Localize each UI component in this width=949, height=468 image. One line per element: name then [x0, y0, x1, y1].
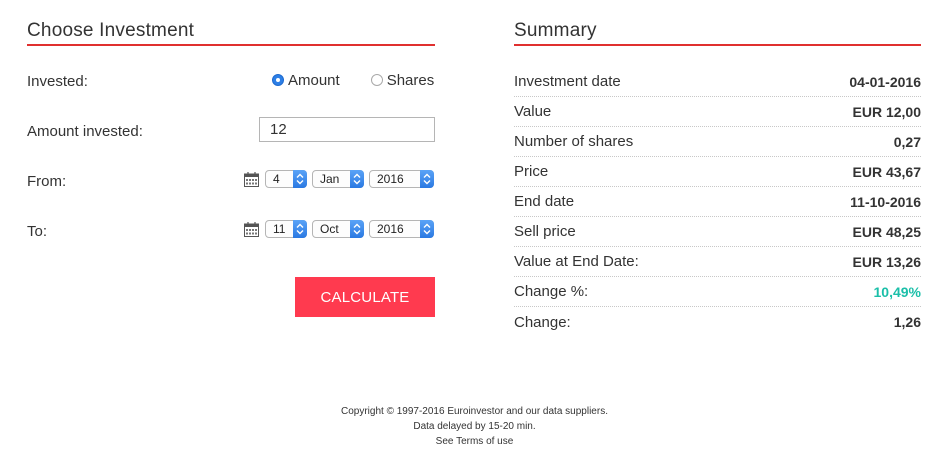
from-year-select[interactable]: 2016: [369, 170, 434, 188]
summary-value: 04-01-2016: [849, 73, 921, 90]
to-date-picker: 11 Oct 2016: [244, 219, 434, 239]
radio-unselected-icon: [370, 74, 383, 86]
summary-row-change-percent: Change %: 10,49%: [514, 277, 921, 307]
calendar-icon[interactable]: [244, 171, 259, 187]
from-day-select[interactable]: 4: [265, 170, 307, 188]
radio-selected-icon: [272, 74, 284, 86]
summary-label: Value at End Date:: [514, 253, 639, 270]
summary-value: EUR 48,25: [852, 223, 921, 240]
summary-divider: [514, 44, 921, 46]
select-arrows-icon: [350, 170, 364, 188]
to-month-value: Oct: [320, 222, 339, 236]
footer: Copyright © 1997-2016 Euroinvestor and o…: [0, 404, 949, 449]
select-arrows-icon: [420, 170, 434, 188]
from-year-value: 2016: [377, 172, 404, 186]
to-day-value: 11: [273, 222, 286, 236]
choose-investment-title: Choose Investment: [27, 20, 195, 41]
investment-calculator: Choose Investment Invested: Amount Share…: [0, 0, 949, 468]
summary-value: EUR 12,00: [852, 103, 921, 120]
invested-radio-group: Amount Shares: [272, 71, 434, 89]
to-label: To:: [27, 223, 48, 240]
radio-shares[interactable]: Shares: [370, 71, 435, 89]
radio-amount-label: Amount: [288, 71, 340, 89]
summary-value: 11-10-2016: [850, 193, 921, 210]
amount-invested-input[interactable]: [259, 117, 435, 142]
summary-label: Number of shares: [514, 133, 634, 150]
summary-row-value: Value EUR 12,00: [514, 97, 921, 127]
summary-value-positive: 10,49%: [873, 283, 921, 300]
summary-label: Sell price: [514, 223, 576, 240]
from-month-value: Jan: [320, 172, 340, 186]
summary-title: Summary: [514, 20, 597, 41]
summary-row-change: Change: 1,26: [514, 307, 921, 337]
to-year-select[interactable]: 2016: [369, 220, 434, 238]
radio-amount[interactable]: Amount: [272, 72, 340, 89]
from-date-picker: 4 Jan 2016: [244, 169, 434, 189]
select-arrows-icon: [420, 220, 434, 238]
summary-label: Price: [514, 163, 549, 180]
to-month-select[interactable]: Oct: [312, 220, 364, 238]
summary-label: Value: [514, 103, 552, 120]
terms-of-use-link[interactable]: See Terms of use: [436, 436, 514, 447]
calculate-button[interactable]: CALCULATE: [295, 277, 435, 317]
calendar-icon[interactable]: [244, 221, 259, 237]
choose-investment-divider: [27, 44, 435, 46]
summary-row-price: Price EUR 43,67: [514, 157, 921, 187]
to-day-select[interactable]: 11: [265, 220, 307, 238]
select-arrows-icon: [350, 220, 364, 238]
amount-invested-label: Amount invested:: [27, 123, 143, 140]
from-month-select[interactable]: Jan: [312, 170, 364, 188]
select-arrows-icon: [293, 170, 307, 188]
radio-shares-label: Shares: [386, 71, 435, 89]
summary-row-investment-date: Investment date 04-01-2016: [514, 67, 921, 97]
summary-row-sell-price: Sell price EUR 48,25: [514, 217, 921, 247]
summary-label: End date: [514, 193, 575, 210]
summary-label: Change:: [514, 313, 571, 331]
select-arrows-icon: [293, 220, 307, 238]
footer-copyright: Copyright © 1997-2016 Euroinvestor and o…: [341, 406, 608, 417]
summary-row-end-date: End date 11-10-2016: [514, 187, 921, 217]
summary-row-value-at-end-date: Value at End Date: EUR 13,26: [514, 247, 921, 277]
summary-value: 0,27: [893, 133, 921, 150]
from-day-value: 4: [273, 172, 280, 186]
summary-value: 1,26: [893, 314, 921, 330]
to-year-value: 2016: [377, 222, 404, 236]
summary-label: Change %:: [514, 283, 589, 300]
summary-value: EUR 13,26: [852, 253, 921, 270]
summary-row-number-of-shares: Number of shares 0,27: [514, 127, 921, 157]
footer-delay-notice: Data delayed by 15-20 min.: [413, 421, 536, 432]
summary-label: Investment date: [514, 73, 621, 90]
summary-value: EUR 43,67: [852, 163, 921, 180]
from-label: From:: [27, 173, 67, 190]
invested-label: Invested:: [27, 73, 88, 90]
